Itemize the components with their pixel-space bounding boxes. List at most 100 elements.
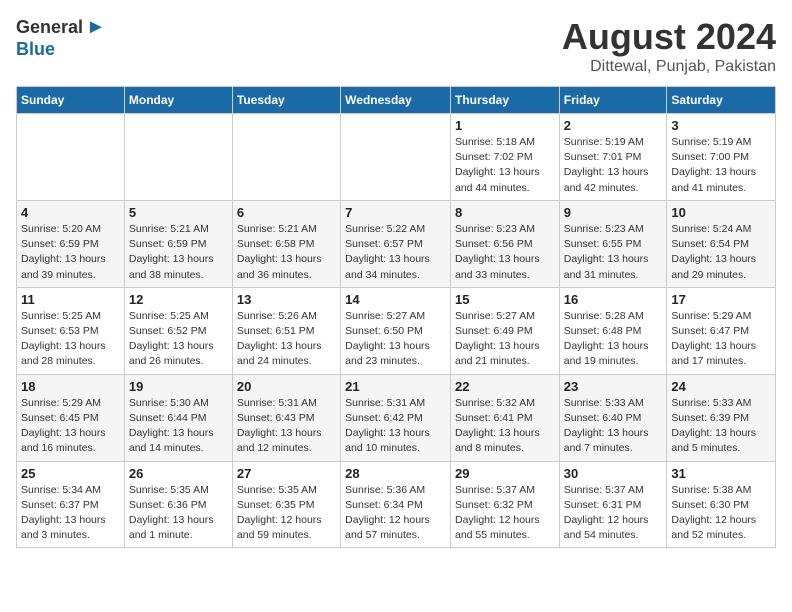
day-info: Sunrise: 5:27 AM Sunset: 6:49 PM Dayligh… (455, 309, 555, 370)
day-number: 15 (455, 292, 555, 307)
day-number: 29 (455, 466, 555, 481)
day-number: 9 (564, 205, 663, 220)
day-number: 31 (671, 466, 771, 481)
calendar-day-cell: 20Sunrise: 5:31 AM Sunset: 6:43 PM Dayli… (232, 374, 340, 461)
calendar-day-cell: 29 Sunrise: 5:37 AM Sunset: 6:32 PM Dayli… (450, 461, 559, 548)
calendar-day-cell: 28 Sunrise: 5:36 AM Sunset: 6:34 PM Dayli… (341, 461, 451, 548)
calendar-day-cell: 13Sunrise: 5:26 AM Sunset: 6:51 PM Dayli… (232, 287, 340, 374)
day-info: Sunrise: 5:21 AM Sunset: 6:59 PM Dayligh… (129, 222, 228, 283)
calendar-day-cell: 8 Sunrise: 5:23 AM Sunset: 6:56 PM Daylig… (450, 200, 559, 287)
day-number: 7 (345, 205, 446, 220)
calendar-day-cell: 26Sunrise: 5:35 AM Sunset: 6:36 PM Dayli… (124, 461, 232, 548)
calendar-table: Sunday Monday Tuesday Wednesday Thursday… (16, 86, 776, 548)
calendar-day-cell: 4 Sunrise: 5:20 AM Sunset: 6:59 PM Daylig… (17, 200, 125, 287)
calendar-day-cell: 9 Sunrise: 5:23 AM Sunset: 6:55 PM Daylig… (559, 200, 667, 287)
day-number: 30 (564, 466, 663, 481)
calendar-day-cell: 22 Sunrise: 5:32 AM Sunset: 6:41 PM Dayli… (450, 374, 559, 461)
day-number: 8 (455, 205, 555, 220)
day-number: 18 (21, 379, 120, 394)
day-info: Sunrise: 5:19 AM Sunset: 7:00 PM Dayligh… (671, 135, 771, 196)
logo-blue-text: Blue (16, 39, 55, 59)
day-info: Sunrise: 5:38 AM Sunset: 6:30 PM Dayligh… (671, 483, 771, 544)
calendar-week-row: 1 Sunrise: 5:18 AM Sunset: 7:02 PM Daylig… (17, 114, 776, 201)
calendar-week-row: 18 Sunrise: 5:29 AM Sunset: 6:45 PM Dayli… (17, 374, 776, 461)
day-info: Sunrise: 5:31 AM Sunset: 6:42 PM Dayligh… (345, 396, 446, 457)
calendar-day-cell: 25 Sunrise: 5:34 AM Sunset: 6:37 PM Dayli… (17, 461, 125, 548)
calendar-day-cell (232, 114, 340, 201)
day-number: 2 (564, 118, 663, 133)
header-monday: Monday (124, 87, 232, 114)
day-info: Sunrise: 5:22 AM Sunset: 6:57 PM Dayligh… (345, 222, 446, 283)
day-info: Sunrise: 5:28 AM Sunset: 6:48 PM Dayligh… (564, 309, 663, 370)
calendar-day-cell: 1 Sunrise: 5:18 AM Sunset: 7:02 PM Daylig… (450, 114, 559, 201)
day-info: Sunrise: 5:37 AM Sunset: 6:32 PM Dayligh… (455, 483, 555, 544)
day-info: Sunrise: 5:23 AM Sunset: 6:55 PM Dayligh… (564, 222, 663, 283)
calendar-day-cell: 23Sunrise: 5:33 AM Sunset: 6:40 PM Dayli… (559, 374, 667, 461)
day-number: 13 (237, 292, 336, 307)
day-number: 22 (455, 379, 555, 394)
day-info: Sunrise: 5:19 AM Sunset: 7:01 PM Dayligh… (564, 135, 663, 196)
logo-bird-icon: ► (86, 16, 106, 39)
day-number: 20 (237, 379, 336, 394)
calendar-day-cell (124, 114, 232, 201)
calendar-day-cell: 16 Sunrise: 5:28 AM Sunset: 6:48 PM Dayli… (559, 287, 667, 374)
calendar-day-cell: 21Sunrise: 5:31 AM Sunset: 6:42 PM Dayli… (341, 374, 451, 461)
day-number: 25 (21, 466, 120, 481)
header-wednesday: Wednesday (341, 87, 451, 114)
day-number: 28 (345, 466, 446, 481)
day-info: Sunrise: 5:27 AM Sunset: 6:50 PM Dayligh… (345, 309, 446, 370)
calendar-day-cell: 10Sunrise: 5:24 AM Sunset: 6:54 PM Dayli… (667, 200, 776, 287)
calendar-day-cell: 18 Sunrise: 5:29 AM Sunset: 6:45 PM Dayli… (17, 374, 125, 461)
day-number: 12 (129, 292, 228, 307)
day-info: Sunrise: 5:29 AM Sunset: 6:47 PM Dayligh… (671, 309, 771, 370)
day-info: Sunrise: 5:34 AM Sunset: 6:37 PM Dayligh… (21, 483, 120, 544)
day-info: Sunrise: 5:29 AM Sunset: 6:45 PM Dayligh… (21, 396, 120, 457)
day-info: Sunrise: 5:33 AM Sunset: 6:39 PM Dayligh… (671, 396, 771, 457)
header-sunday: Sunday (17, 87, 125, 114)
day-info: Sunrise: 5:25 AM Sunset: 6:53 PM Dayligh… (21, 309, 120, 370)
header-friday: Friday (559, 87, 667, 114)
logo-general: General (16, 17, 83, 38)
calendar-day-cell: 5Sunrise: 5:21 AM Sunset: 6:59 PM Daylig… (124, 200, 232, 287)
day-info: Sunrise: 5:36 AM Sunset: 6:34 PM Dayligh… (345, 483, 446, 544)
day-number: 3 (671, 118, 771, 133)
day-number: 11 (21, 292, 120, 307)
calendar-day-cell: 12 Sunrise: 5:25 AM Sunset: 6:52 PM Dayli… (124, 287, 232, 374)
day-info: Sunrise: 5:32 AM Sunset: 6:41 PM Dayligh… (455, 396, 555, 457)
day-number: 14 (345, 292, 446, 307)
day-number: 17 (671, 292, 771, 307)
title-area: August 2024 Dittewal, Punjab, Pakistan (562, 16, 776, 76)
calendar-week-row: 25 Sunrise: 5:34 AM Sunset: 6:37 PM Dayli… (17, 461, 776, 548)
calendar-day-cell: 17 Sunrise: 5:29 AM Sunset: 6:47 PM Dayli… (667, 287, 776, 374)
calendar-day-cell: 15 Sunrise: 5:27 AM Sunset: 6:49 PM Dayli… (450, 287, 559, 374)
day-info: Sunrise: 5:24 AM Sunset: 6:54 PM Dayligh… (671, 222, 771, 283)
day-info: Sunrise: 5:18 AM Sunset: 7:02 PM Dayligh… (455, 135, 555, 196)
day-info: Sunrise: 5:37 AM Sunset: 6:31 PM Dayligh… (564, 483, 663, 544)
day-number: 19 (129, 379, 228, 394)
header-tuesday: Tuesday (232, 87, 340, 114)
day-info: Sunrise: 5:30 AM Sunset: 6:44 PM Dayligh… (129, 396, 228, 457)
day-info: Sunrise: 5:20 AM Sunset: 6:59 PM Dayligh… (21, 222, 120, 283)
calendar-day-cell: 6Sunrise: 5:21 AM Sunset: 6:58 PM Daylig… (232, 200, 340, 287)
calendar-day-cell: 3 Sunrise: 5:19 AM Sunset: 7:00 PM Daylig… (667, 114, 776, 201)
calendar-day-cell: 2 Sunrise: 5:19 AM Sunset: 7:01 PM Daylig… (559, 114, 667, 201)
calendar-week-row: 11 Sunrise: 5:25 AM Sunset: 6:53 PM Dayli… (17, 287, 776, 374)
calendar-day-cell (17, 114, 125, 201)
day-info: Sunrise: 5:35 AM Sunset: 6:35 PM Dayligh… (237, 483, 336, 544)
day-number: 1 (455, 118, 555, 133)
calendar-day-cell: 19 Sunrise: 5:30 AM Sunset: 6:44 PM Dayli… (124, 374, 232, 461)
page-header: General ► Blue August 2024 Dittewal, Pun… (16, 16, 776, 76)
header-saturday: Saturday (667, 87, 776, 114)
day-number: 26 (129, 466, 228, 481)
day-number: 16 (564, 292, 663, 307)
day-number: 4 (21, 205, 120, 220)
calendar-day-cell: 14 Sunrise: 5:27 AM Sunset: 6:50 PM Dayli… (341, 287, 451, 374)
calendar-day-cell: 31 Sunrise: 5:38 AM Sunset: 6:30 PM Dayli… (667, 461, 776, 548)
day-info: Sunrise: 5:25 AM Sunset: 6:52 PM Dayligh… (129, 309, 228, 370)
calendar-week-row: 4 Sunrise: 5:20 AM Sunset: 6:59 PM Daylig… (17, 200, 776, 287)
day-info: Sunrise: 5:33 AM Sunset: 6:40 PM Dayligh… (564, 396, 663, 457)
month-title: August 2024 (562, 16, 776, 58)
day-info: Sunrise: 5:23 AM Sunset: 6:56 PM Dayligh… (455, 222, 555, 283)
logo: General ► Blue (16, 16, 106, 60)
calendar-day-cell (341, 114, 451, 201)
